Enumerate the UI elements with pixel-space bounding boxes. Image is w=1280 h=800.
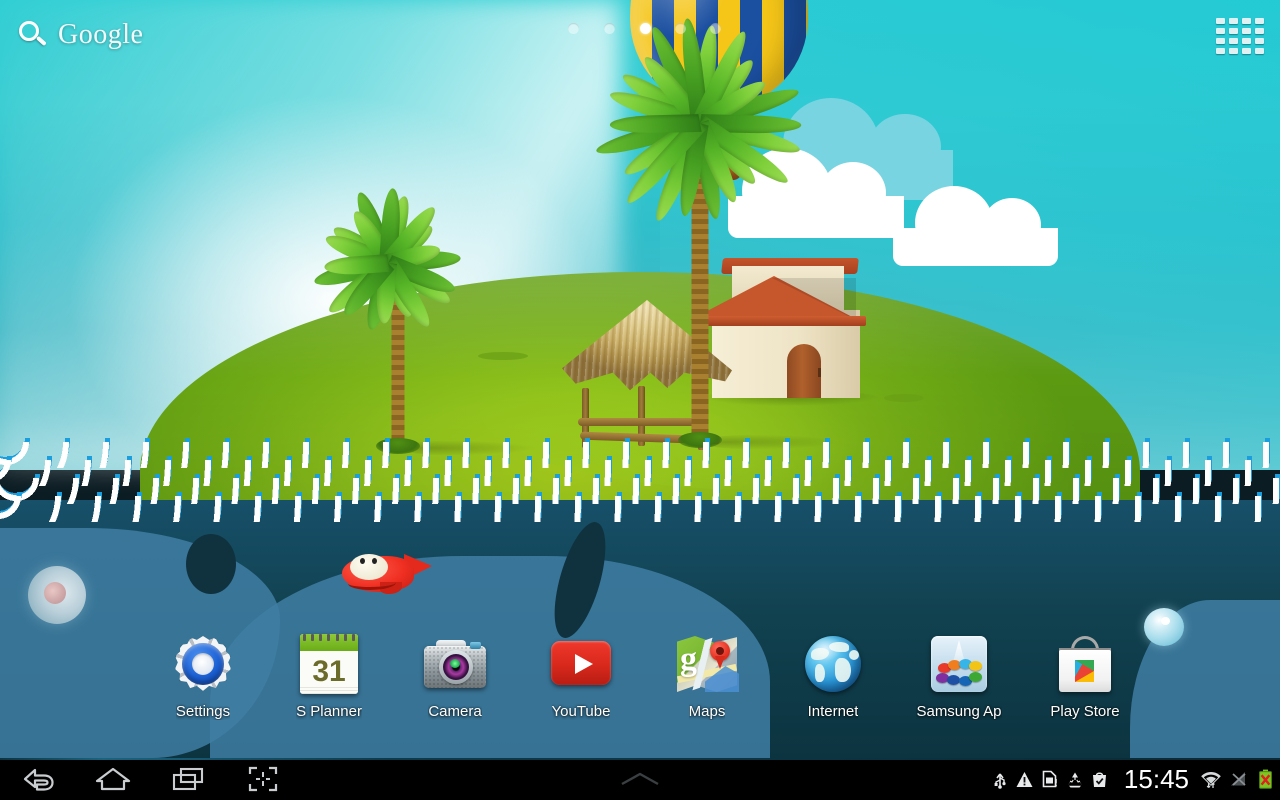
page-dot-5[interactable] bbox=[710, 23, 721, 34]
apps-grid-cell bbox=[1255, 38, 1264, 44]
water-bubble-highlight bbox=[1161, 617, 1170, 625]
status-clock: 15:45 bbox=[1123, 763, 1189, 794]
apps-grid-cell bbox=[1242, 38, 1251, 44]
status-bar[interactable]: 15:45 bbox=[991, 758, 1274, 800]
back-icon[interactable] bbox=[0, 758, 75, 800]
app-icon-youtube[interactable]: YouTube bbox=[518, 632, 644, 720]
wifi-icon bbox=[1200, 769, 1222, 789]
samsung-apps-icon bbox=[927, 632, 991, 696]
apps-grid-cell bbox=[1255, 18, 1264, 24]
fish-eye bbox=[360, 558, 365, 564]
grass-tuft bbox=[478, 352, 528, 360]
camera-icon bbox=[423, 632, 487, 696]
maps-g-letter: g bbox=[680, 641, 697, 678]
page-indicator[interactable] bbox=[555, 20, 725, 38]
app-icon-maps[interactable]: g Maps bbox=[644, 632, 770, 720]
apps-grid-cell bbox=[1216, 28, 1225, 34]
home-icon[interactable] bbox=[75, 758, 150, 800]
calendar-icon: 31 bbox=[297, 632, 361, 696]
app-label: Camera bbox=[428, 703, 482, 720]
apps-grid-cell bbox=[1216, 38, 1225, 44]
wave-band bbox=[0, 438, 1280, 538]
sea-weed bbox=[186, 534, 236, 594]
app-icon-settings[interactable]: Settings bbox=[140, 632, 266, 720]
app-icon-s-planner[interactable]: 31 S Planner bbox=[266, 632, 392, 720]
chevron-up-icon[interactable] bbox=[608, 758, 672, 800]
warning-icon bbox=[1016, 769, 1034, 789]
google-search-widget[interactable]: Google bbox=[10, 12, 190, 58]
apps-grid-cell bbox=[1242, 18, 1251, 24]
water-bubble bbox=[1144, 608, 1184, 646]
app-label: YouTube bbox=[551, 703, 611, 720]
recents-icon[interactable] bbox=[150, 758, 225, 800]
signal-off-icon bbox=[1229, 769, 1249, 789]
apps-grid-cell bbox=[1229, 48, 1238, 54]
page-dot-1[interactable] bbox=[568, 23, 579, 34]
house-door-knob bbox=[818, 368, 821, 377]
seashell-core bbox=[44, 582, 66, 604]
apps-grid-cell bbox=[1229, 38, 1238, 44]
app-label: Settings bbox=[175, 703, 231, 720]
app-label: Samsung Ap bbox=[916, 703, 1002, 720]
app-icon-play-store[interactable]: Play Store bbox=[1022, 632, 1148, 720]
app-label: S Planner bbox=[296, 703, 362, 720]
google-maps-icon: g bbox=[675, 632, 739, 696]
page-dot-4[interactable] bbox=[675, 23, 686, 34]
apps-grid-cell bbox=[1216, 48, 1225, 54]
apps-grid-cell bbox=[1229, 18, 1238, 24]
calendar-icon: 31 bbox=[300, 634, 358, 694]
battery-error-icon bbox=[1256, 769, 1274, 789]
play-store-icon bbox=[1057, 636, 1113, 692]
samsung-apps-icon bbox=[931, 636, 987, 692]
fish-eye bbox=[372, 558, 377, 564]
apps-grid-icon[interactable] bbox=[1214, 12, 1266, 60]
app-label: Internet bbox=[807, 703, 859, 720]
home-screen: Google Settings 31 S Planner Camera YouTube g… bbox=[0, 0, 1280, 800]
bag-check-icon bbox=[1091, 769, 1109, 789]
app-icon-camera[interactable]: Camera bbox=[392, 632, 518, 720]
page-dot-3[interactable] bbox=[640, 23, 651, 34]
usb-icon bbox=[991, 769, 1009, 789]
globe-icon bbox=[801, 632, 865, 696]
settings-gear-icon bbox=[171, 632, 235, 696]
cloud-front-right bbox=[893, 186, 1058, 266]
apps-grid-cell bbox=[1255, 48, 1264, 54]
youtube-icon bbox=[549, 632, 613, 696]
google-maps-icon: g bbox=[676, 636, 739, 692]
grass-tuft bbox=[884, 394, 924, 402]
google-search-label: Google bbox=[58, 19, 144, 50]
play-store-icon bbox=[1053, 632, 1117, 696]
palm-frond bbox=[608, 114, 702, 134]
app-icon-samsung-ap[interactable]: Samsung Ap bbox=[896, 632, 1022, 720]
app-label: Maps bbox=[688, 703, 726, 720]
recycle-icon bbox=[1066, 769, 1084, 789]
apps-grid-cell bbox=[1229, 28, 1238, 34]
palm-tree-center bbox=[595, 18, 840, 450]
search-icon[interactable] bbox=[18, 20, 48, 50]
palm-tree-left bbox=[313, 186, 538, 456]
apps-grid-cell bbox=[1255, 28, 1264, 34]
screenshot-icon[interactable] bbox=[225, 758, 300, 800]
app-label: Play Store bbox=[1050, 703, 1120, 720]
page-dot-2[interactable] bbox=[604, 23, 615, 34]
navigation-buttons bbox=[0, 758, 300, 800]
apps-grid-cell bbox=[1242, 28, 1251, 34]
apps-grid-cell bbox=[1242, 48, 1251, 54]
camera-icon bbox=[424, 640, 486, 688]
apps-grid-cell bbox=[1216, 18, 1225, 24]
app-icon-internet[interactable]: Internet bbox=[770, 632, 896, 720]
sim-card-alert-icon bbox=[1041, 769, 1059, 789]
youtube-icon bbox=[551, 641, 611, 685]
home-app-row: Settings 31 S Planner Camera YouTube g Maps Int… bbox=[140, 632, 1150, 736]
red-fish bbox=[342, 548, 434, 598]
settings-gear-icon bbox=[171, 632, 235, 696]
wave-row bbox=[0, 496, 1280, 522]
navigation-bar: 15:45 bbox=[0, 758, 1280, 800]
